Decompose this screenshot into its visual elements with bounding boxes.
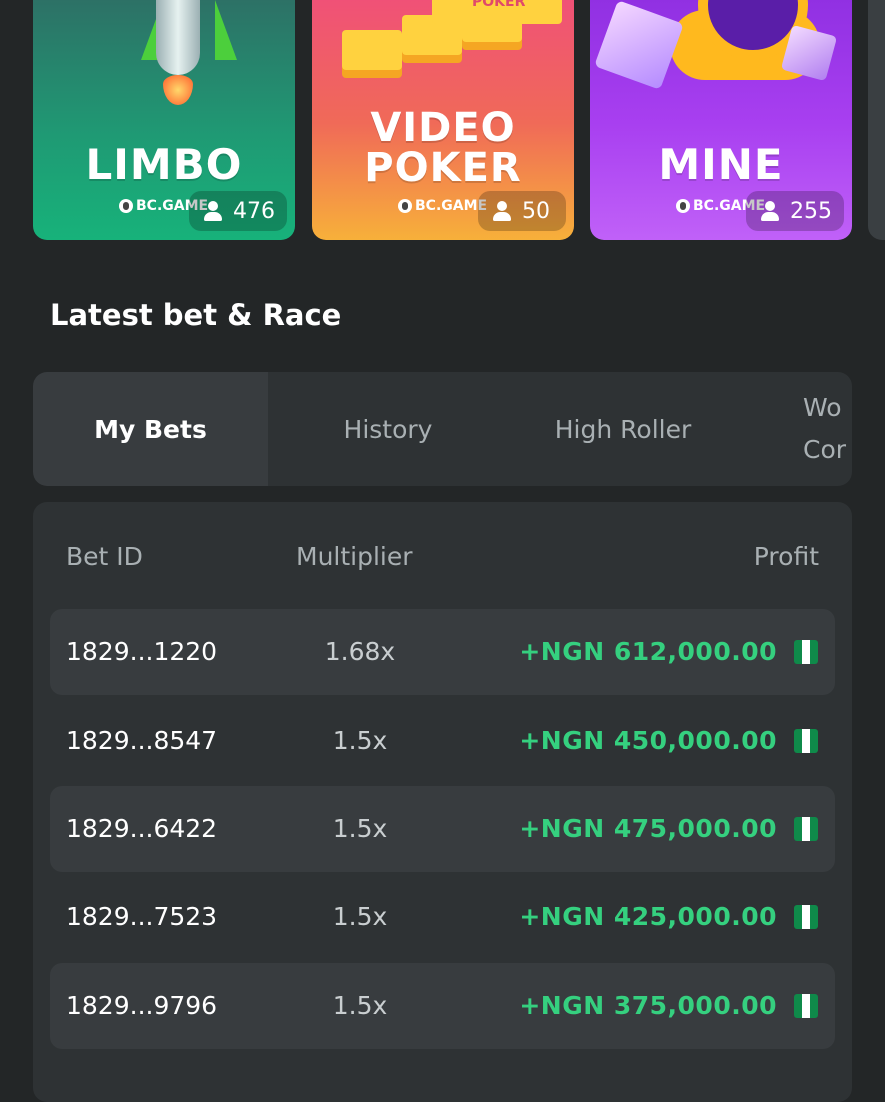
game-card-mine[interactable]: MINE BC.GAME 255 — [590, 0, 852, 240]
table-row[interactable]: 1829...7523 1.5x +NGN 425,000.00 — [50, 874, 835, 960]
bet-id: 1829...9796 — [66, 991, 218, 1020]
player-count: 255 — [790, 198, 832, 224]
bc-logo-icon — [119, 199, 133, 213]
table-row[interactable]: 1829...8547 1.5x +NGN 450,000.00 — [50, 698, 835, 784]
bets-table: Bet ID Multiplier Profit 1829...1220 1.6… — [33, 502, 852, 1102]
multiplier-value: 1.5x — [332, 902, 388, 931]
bc-logo-icon — [676, 199, 690, 213]
profit-value: +NGN 475,000.00 — [519, 814, 777, 843]
section-title: Latest bet & Race — [50, 298, 342, 332]
table-row[interactable]: 1829...9796 1.5x +NGN 375,000.00 — [50, 963, 835, 1049]
nigeria-flag-icon — [794, 905, 818, 929]
bet-id: 1829...7523 — [66, 902, 218, 931]
tab-high-roller[interactable]: High Roller — [523, 372, 723, 486]
user-icon — [492, 200, 512, 222]
game-title: MINE — [658, 140, 784, 189]
multiplier-value: 1.5x — [332, 814, 388, 843]
profit-value: +NGN 375,000.00 — [519, 991, 777, 1020]
bet-id: 1829...6422 — [66, 814, 218, 843]
profit-value: +NGN 425,000.00 — [519, 902, 777, 931]
table-row[interactable]: 1829...6422 1.5x +NGN 475,000.00 — [50, 786, 835, 872]
multiplier-value: 1.5x — [332, 726, 388, 755]
gem-icon — [594, 0, 684, 90]
bet-id: 1829...1220 — [66, 637, 218, 666]
tab-history[interactable]: History — [288, 372, 488, 486]
tab-my-bets[interactable]: My Bets — [33, 372, 268, 486]
nigeria-flag-icon — [794, 994, 818, 1018]
game-title: VIDEO POKER — [312, 108, 574, 188]
header-multiplier: Multiplier — [296, 542, 413, 571]
user-icon — [760, 200, 780, 222]
header-profit: Profit — [753, 542, 819, 571]
game-title-line2: POKER — [364, 145, 522, 191]
game-title-line1: VIDEO — [370, 105, 516, 151]
game-cards-carousel: LIMBO BC.GAME 476 POKER VIDEO POKER BC.G… — [0, 0, 885, 250]
profit-value: +NGN 612,000.00 — [519, 637, 777, 666]
player-count: 476 — [233, 198, 275, 224]
multiplier-value: 1.68x — [324, 637, 396, 666]
poker-ribbon: POKER — [432, 0, 562, 24]
brand-label: BC.GAME — [415, 198, 488, 214]
header-bet-id: Bet ID — [66, 542, 143, 571]
profit-value: +NGN 450,000.00 — [519, 726, 777, 755]
rocket-icon — [156, 0, 200, 75]
flame-icon — [163, 75, 193, 105]
user-icon — [203, 200, 223, 222]
nigeria-flag-icon — [794, 729, 818, 753]
game-title: LIMBO — [85, 140, 243, 189]
game-card-next[interactable] — [868, 0, 885, 240]
player-count-badge: 255 — [746, 191, 844, 231]
player-count-badge: 476 — [189, 191, 287, 231]
rocket-fin-right — [215, 0, 237, 60]
table-row[interactable]: 1829...1220 1.68x +NGN 612,000.00 — [50, 609, 835, 695]
bc-logo-icon — [398, 199, 412, 213]
multiplier-value: 1.5x — [332, 991, 388, 1020]
bet-id: 1829...8547 — [66, 726, 218, 755]
bets-tab-bar: My Bets History High Roller Wo Cor — [33, 372, 852, 486]
brand-logo: BC.GAME — [398, 198, 487, 214]
table-header: Bet ID Multiplier Profit — [33, 542, 852, 582]
player-count-badge: 50 — [478, 191, 566, 231]
player-count: 50 — [522, 198, 550, 224]
ribbon-label: POKER — [472, 0, 526, 10]
nigeria-flag-icon — [794, 817, 818, 841]
game-card-limbo[interactable]: LIMBO BC.GAME 476 — [33, 0, 295, 240]
game-card-video-poker[interactable]: POKER VIDEO POKER BC.GAME 50 — [312, 0, 574, 240]
tab-world-contest[interactable]: Wo Cor — [803, 372, 852, 486]
nigeria-flag-icon — [794, 640, 818, 664]
